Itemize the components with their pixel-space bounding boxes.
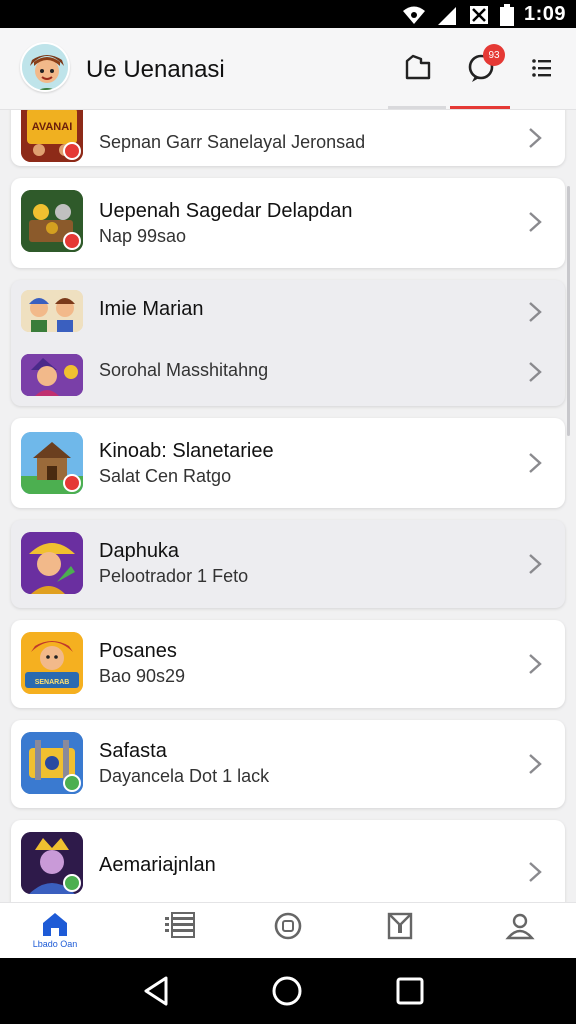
item-title: Uepenah Sagedar Delapdan xyxy=(99,200,353,222)
app-title: Ue Uenanasi xyxy=(86,56,225,83)
list-item[interactable]: Sorohal Masshitahng xyxy=(11,342,565,406)
clock-icon xyxy=(274,912,302,940)
game-thumbnail xyxy=(21,832,83,894)
folder-icon xyxy=(405,54,431,80)
nav-inbox[interactable] xyxy=(370,911,430,955)
item-title: Aemariajnlan xyxy=(99,854,216,876)
nav-clock[interactable] xyxy=(258,911,318,955)
chevron-right-icon xyxy=(529,654,542,674)
battery-icon xyxy=(499,3,514,26)
bottom-navigation: Lbado Oan xyxy=(0,902,576,958)
item-title: Daphuka xyxy=(99,540,180,562)
status-icon xyxy=(63,232,81,250)
list-item[interactable]: SENARAB Posanes Bao 90s29 xyxy=(11,620,565,708)
tab-indicator-inactive xyxy=(388,106,446,109)
chevron-right-icon xyxy=(529,128,542,148)
list-item[interactable]: Imie Marian xyxy=(11,280,565,342)
item-subtitle: Bao 90s29 xyxy=(99,666,186,686)
status-icon xyxy=(63,774,81,792)
game-thumbnail xyxy=(21,532,83,594)
status-icon xyxy=(63,142,81,160)
item-title: Posanes xyxy=(99,640,177,662)
no-sim-icon xyxy=(469,5,488,24)
item-subtitle: Sorohal Masshitahng xyxy=(99,360,269,380)
item-title: Kinoab: Slanetariee xyxy=(99,440,274,462)
chevron-right-icon xyxy=(529,362,542,382)
recents-icon[interactable] xyxy=(393,974,427,1008)
menu-icon xyxy=(532,59,551,77)
thumb-logo-text: SENARAB xyxy=(35,679,70,686)
chevron-right-icon xyxy=(529,554,542,574)
wifi-icon xyxy=(402,6,425,24)
scrollbar[interactable] xyxy=(567,186,570,436)
item-subtitle: Nap 99sao xyxy=(99,226,187,246)
item-subtitle: Pelootrador 1 Feto xyxy=(99,566,249,586)
app-bar: Ue Uenanasi 93 xyxy=(0,28,576,110)
list-item[interactable]: Uepenah Sagedar Delapdan Nap 99sao xyxy=(11,178,565,268)
chevron-right-icon xyxy=(529,862,542,882)
inbox-icon xyxy=(387,912,413,940)
folder-button[interactable] xyxy=(400,50,436,86)
nav-list[interactable] xyxy=(150,911,210,955)
item-subtitle: Sepnan Garr Sanelayal Jeronsad xyxy=(99,132,366,152)
chevron-right-icon xyxy=(529,302,542,322)
status-icon xyxy=(63,474,81,492)
chat-button[interactable]: 93 xyxy=(463,44,505,86)
tab-indicator-active xyxy=(450,106,510,109)
game-thumbnail: AVANAI xyxy=(21,110,83,162)
signal-icon xyxy=(437,6,456,25)
list-item[interactable]: Daphuka Pelootrador 1 Feto xyxy=(11,520,565,608)
list-item[interactable]: AVANAI Sepnan Garr Sanelayal Jeronsad xyxy=(11,110,565,166)
game-thumbnail xyxy=(21,432,83,494)
item-subtitle: Salat Cen Ratgo xyxy=(99,466,232,486)
chevron-right-icon xyxy=(529,453,542,473)
game-thumbnail xyxy=(21,732,83,794)
list-item[interactable]: Kinoab: Slanetariee Salat Cen Ratgo xyxy=(11,418,565,508)
nav-home-label: Lbado Oan xyxy=(32,939,78,949)
thumb-logo-text: AVANAI xyxy=(32,121,73,133)
status-time: 1:09 xyxy=(523,3,566,25)
item-subtitle: Dayancela Dot 1 lack xyxy=(99,766,270,786)
home-circle-icon[interactable] xyxy=(270,974,304,1008)
game-thumbnail xyxy=(21,354,83,396)
notification-badge: 93 xyxy=(483,44,505,66)
list-icon xyxy=(165,912,195,938)
status-bar: 1:09 xyxy=(0,0,576,28)
chevron-right-icon xyxy=(529,754,542,774)
system-navigation-bar xyxy=(0,958,576,1024)
nav-profile[interactable] xyxy=(490,911,550,955)
list-item[interactable]: Safasta Dayancela Dot 1 lack xyxy=(11,720,565,808)
back-icon[interactable] xyxy=(140,974,174,1008)
chevron-right-icon xyxy=(529,212,542,232)
game-thumbnail xyxy=(21,190,83,252)
nav-home[interactable]: Lbado Oan xyxy=(25,911,85,955)
list-item[interactable]: Aemariajnlan xyxy=(11,820,565,902)
item-title: Imie Marian xyxy=(99,298,204,320)
game-list: AVANAI Sepnan Garr Sanelayal Jeronsad Ue… xyxy=(0,110,576,902)
item-title: Safasta xyxy=(99,740,167,762)
list-group: Imie Marian Sorohal Masshitahng xyxy=(11,280,565,406)
status-icon xyxy=(63,874,81,892)
menu-button[interactable] xyxy=(524,50,560,86)
avatar[interactable] xyxy=(20,42,70,92)
game-thumbnail: SENARAB xyxy=(21,632,83,694)
home-icon xyxy=(43,913,67,936)
game-thumbnail xyxy=(21,290,83,332)
profile-icon xyxy=(505,913,535,940)
